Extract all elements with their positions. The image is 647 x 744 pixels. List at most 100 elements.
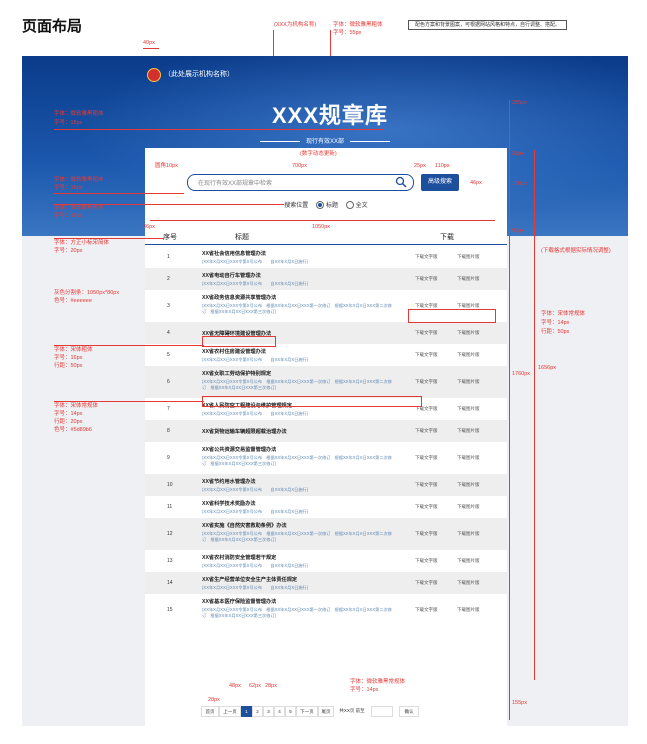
row-title-link[interactable]: XX省电动自行车管理办法 [202,272,261,279]
download-image-link[interactable]: 下载图片版 [457,406,480,412]
table-row[interactable]: 14 XX省生产经营单位安全生产主体责任规定 (XX年X月XX日XXX令第X号公布 … [145,572,507,594]
pager-page-4[interactable]: 4 [274,706,285,717]
row-meta: (XX年X月XX日XXX令第X号公布 自XX年X月X日施行) [202,281,309,286]
download-image-link[interactable]: 下载图片版 [457,330,480,336]
pager-page-2[interactable]: 2 [252,706,263,717]
download-image-link[interactable]: 下载图片版 [457,558,480,564]
table-row[interactable]: 15 XX省基本医疗保险监督管理办法 (XX年X月XX日XXX令第X号公布 根据XX… [145,594,507,626]
download-text-link[interactable]: 下载文字版 [415,276,438,282]
table-row[interactable]: 2 XX省电动自行车管理办法 (XX年X月XX日XXX令第X号公布 自XX年X月X日… [145,268,507,290]
row-number: 13 [167,558,173,564]
row-title-link[interactable]: XX省科学技术奖励办法 [202,500,256,507]
radius-note: 圆角10px [155,163,178,169]
download-text-link[interactable]: 下载文字版 [415,352,438,358]
search-input[interactable]: 在现行有效XX部规章中检索 [187,174,414,191]
guide-line [143,48,159,49]
pager-first[interactable]: 首页 [201,706,219,717]
radio-fulltext[interactable] [345,201,354,210]
download-image-link[interactable]: 下载图片版 [457,607,480,613]
table-row[interactable]: 1 XX省社会信用信息管理办法 (XX年X月XX日XXX令第X号公布 自XX年X月X… [145,246,507,268]
download-text-link[interactable]: 下载文字版 [415,607,438,613]
row-number: 15 [167,607,173,613]
radio-title-label: 标题 [325,203,338,209]
download-text-link[interactable]: 下载文字版 [415,558,438,564]
row-meta: (XX年X月XX日XXX令第X号公布 根据XX年X月XX日XXX第一次修订 根据… [202,379,392,390]
download-image-link[interactable]: 下载图片版 [457,254,480,260]
download-text-link[interactable]: 下载文字版 [415,482,438,488]
row-meta: (XX年X月XX日XXX令第X号公布 根据XX年X月XX日XXX第一次修订 根据… [202,531,392,542]
download-image-link[interactable]: 下载图片版 [457,428,480,434]
org-name: （此处展示机构名称） [164,71,234,78]
pager-last[interactable]: 尾页 [318,706,334,717]
download-text-link[interactable]: 下载文字版 [415,254,438,260]
row-title-link[interactable]: XX省公共资源交易监督管理办法 [202,446,276,453]
row-title-link[interactable]: XX省政务信息资源共享管理办法 [202,294,276,301]
advanced-search-button[interactable]: 高级搜索 [421,174,459,191]
table-row[interactable]: 4 XX省无障碍环境建设管理办法 下载文字版 下载图片版 [145,322,507,344]
table-row[interactable]: 5 XX省农村住房建设管理办法 (XX年X月XX日XXX令第X号公布 自XX年X月X… [145,344,507,366]
dim-28a: 28px [208,697,220,703]
dim-46: 46px [470,180,482,186]
pager-page-3[interactable]: 3 [263,706,274,717]
dim-700: 700px [292,163,307,169]
left-note-1b: 字号：18px [54,120,83,126]
row-title-link[interactable]: XX省农村住房建设管理办法 [202,348,266,355]
radio-title[interactable] [315,201,324,210]
download-image-link[interactable]: 下载图片版 [457,352,480,358]
pager-prev[interactable]: 上一页 [219,706,241,717]
row-title-link[interactable]: XX省基本医疗保险监督管理办法 [202,598,276,605]
left-note-7c: 行距：20px [54,419,83,425]
row-title-link[interactable]: XX省女职工劳动保护特别规定 [202,370,271,377]
download-image-link[interactable]: 下载图片版 [457,455,480,461]
row-number: 9 [167,455,170,461]
row-title-link[interactable]: XX省实施《自然灾害救助条例》办法 [202,522,287,529]
download-image-link[interactable]: 下载图片版 [457,531,480,537]
row-number: 5 [167,352,170,358]
download-text-link[interactable]: 下载文字版 [415,330,438,336]
dim-62: 62px [249,683,261,689]
search-placeholder: 在现行有效XX部规章中检索 [198,181,273,187]
download-text-link[interactable]: 下载文字版 [415,504,438,510]
row-title-link[interactable]: XX省货物运输车辆超限超载治理办法 [202,428,287,435]
download-text-link[interactable]: 下载文字版 [415,379,438,385]
row-meta: (XX年X月XX日XXX令第X号公布 自XX年X月X日施行) [202,357,309,362]
table-row[interactable]: 9 XX省公共资源交易监督管理办法 (XX年X月XX日XXX令第X号公布 根据XX年… [145,442,507,474]
row-title-link[interactable]: XX省节约用水管理办法 [202,478,256,485]
row-meta: (XX年X月XX日XXX令第X号公布 自XX年X月X日施行) [202,259,309,264]
search-icon[interactable] [395,176,407,188]
left-note-7b: 字号：14px [54,411,83,417]
download-text-link[interactable]: 下载文字版 [415,428,438,434]
download-image-link[interactable]: 下载图片版 [457,379,480,385]
download-text-link[interactable]: 下载文字版 [415,455,438,461]
table-row[interactable]: 13 XX省农村消防安全管理若干规定 (XX年X月XX日XXX令第X号公布 自XX年… [145,550,507,572]
pager-next[interactable]: 下一页 [296,706,318,717]
row-title-link[interactable]: XX省农村消防安全管理若干规定 [202,554,276,561]
pager-page-1[interactable]: 1 [241,706,252,717]
download-image-link[interactable]: 下载图片版 [457,482,480,488]
row-number: 4 [167,330,170,336]
table-row[interactable]: 6 XX省女职工劳动保护特别规定 (XX年X月XX日XXX令第X号公布 根据XX年X… [145,366,507,398]
row-title-link[interactable]: XX省社会信用信息管理办法 [202,250,266,257]
left-note-6b: 字号：16px [54,355,83,361]
pager-go-button[interactable]: 确认 [399,706,419,717]
table-row[interactable]: 11 XX省科学技术奖励办法 (XX年X月XX日XXX令第X号公布 自XX年X月X日… [145,496,507,518]
table-row[interactable]: 12 XX省实施《自然灾害救助条例》办法 (XX年X月XX日XXX令第X号公布 根据… [145,518,507,550]
download-image-link[interactable]: 下载图片版 [457,580,480,586]
download-image-link[interactable]: 下载图片版 [457,276,480,282]
left-note-2b: 字号：18px [54,185,83,191]
dim-28b: 28px [265,683,277,689]
row-meta: (XX年X月XX日XXX令第X号公布 根据XX年X月XX日XXX第一次修订 根据… [202,607,392,618]
left-note-5b: 色号：#eeeeee [54,298,92,304]
download-text-link[interactable]: 下载文字版 [415,580,438,586]
pager-jump-input[interactable] [371,706,393,717]
left-note-5a: 灰色分割条：1050px*80px [54,290,120,296]
bottom-note-size: 字号：14px [350,687,379,693]
pager-page-5[interactable]: 5 [285,706,296,717]
table-row[interactable]: 8 XX省货物运输车辆超限超载治理办法 下载文字版 下载图片版 [145,420,507,442]
download-image-link[interactable]: 下载图片版 [457,504,480,510]
download-text-link[interactable]: 下载文字版 [415,531,438,537]
row-number: 6 [167,379,170,385]
row-title-link[interactable]: XX省生产经营单位安全生产主体责任规定 [202,576,297,583]
row-number: 2 [167,276,170,282]
table-row[interactable]: 10 XX省节约用水管理办法 (XX年X月XX日XXX令第X号公布 自XX年X月X日… [145,474,507,496]
